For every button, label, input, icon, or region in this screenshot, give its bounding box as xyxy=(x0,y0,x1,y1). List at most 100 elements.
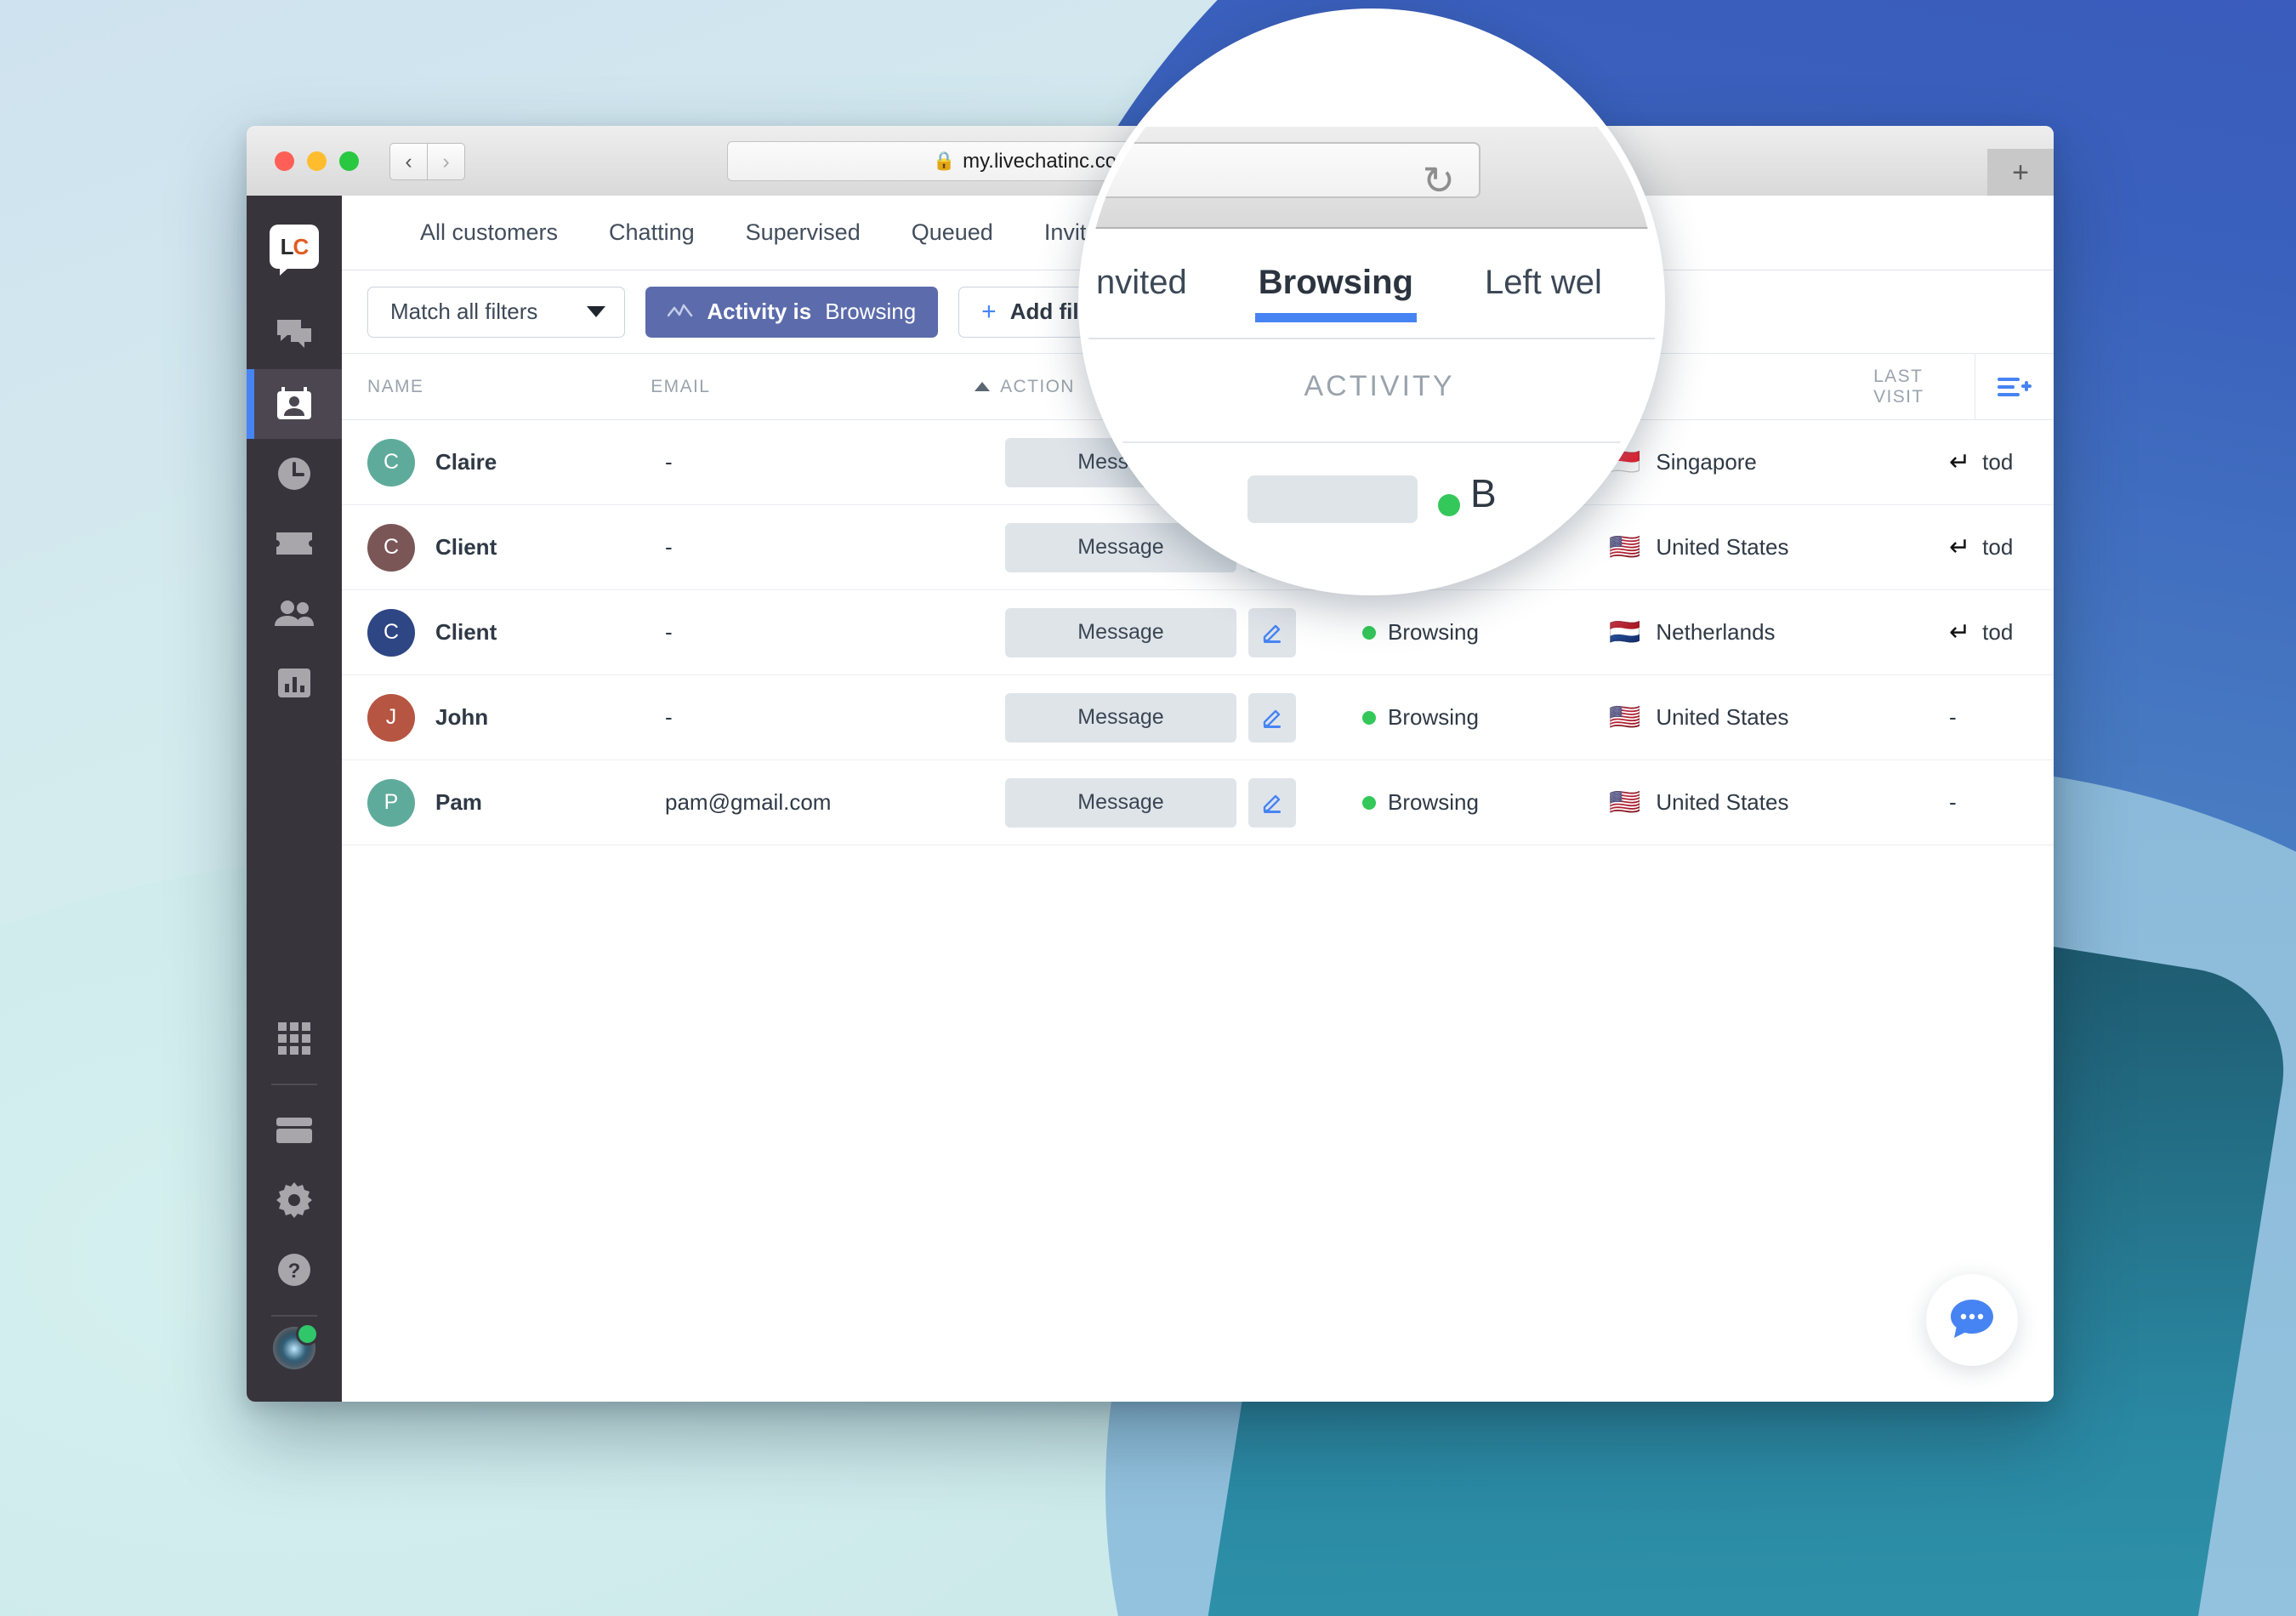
match-filters-dropdown[interactable]: Match all filters xyxy=(367,286,626,338)
tab-label: Chatting xyxy=(609,219,695,245)
tab-label: Left wel xyxy=(1484,263,1602,301)
cell-last-visit: ↵ tod xyxy=(1949,534,2054,560)
table-row[interactable]: J John - Message Browsing 🇺🇸 United Stat… xyxy=(342,675,2054,760)
svg-text:?: ? xyxy=(288,1260,301,1283)
sidebar-item-settings[interactable] xyxy=(247,1165,342,1235)
back-button[interactable]: ‹ xyxy=(389,143,428,180)
sidebar-item-reports[interactable] xyxy=(247,648,342,718)
forward-button[interactable]: › xyxy=(427,143,465,180)
status-dot xyxy=(1362,795,1376,810)
sidebar-divider-2 xyxy=(271,1315,317,1317)
column-header-last-visit[interactable]: LAST VISIT xyxy=(1873,367,1975,407)
activity-line-icon xyxy=(668,304,693,316)
cell-email: - xyxy=(665,534,673,560)
magnified-message-button[interactable] xyxy=(1247,475,1418,523)
reload-icon[interactable]: ↻ xyxy=(1422,157,1455,203)
gear-icon xyxy=(276,1182,312,1218)
message-button-label: Message xyxy=(1077,790,1164,814)
edit-button[interactable] xyxy=(1248,777,1296,828)
message-button-label: Message xyxy=(1077,705,1164,729)
cell-name: C Client xyxy=(342,523,665,572)
close-window-button[interactable] xyxy=(275,151,294,171)
cell-name: C Client xyxy=(342,608,665,657)
column-header-name[interactable]: NAME xyxy=(342,377,651,397)
avatar: C xyxy=(367,523,415,572)
magnified-tab-browsing[interactable]: Browsing xyxy=(1223,227,1449,338)
avatar-initial: P xyxy=(384,790,399,814)
magnifier-lens: m ↻ nvited Browsing Left wel ACTIVITY B xyxy=(1078,9,1665,595)
activity-filter-chip[interactable]: Activity is Browsing xyxy=(645,286,939,338)
plus-icon: + xyxy=(981,297,997,326)
customer-name: Pam xyxy=(435,789,482,815)
avatar-initial: C xyxy=(383,535,400,559)
message-button-label: Message xyxy=(1077,620,1164,644)
avatar: P xyxy=(367,778,415,827)
magnified-tab-invited[interactable]: nvited xyxy=(1086,227,1223,338)
sidebar-item-billing[interactable] xyxy=(247,1095,342,1165)
cell-action: Message xyxy=(1005,607,1362,657)
magnified-status-dot xyxy=(1438,494,1460,516)
edit-button[interactable] xyxy=(1248,692,1296,743)
message-button[interactable]: Message xyxy=(1005,607,1236,657)
activity-label: Browsing xyxy=(1388,789,1479,815)
customer-name: Client xyxy=(435,534,497,560)
cell-name: P Pam xyxy=(342,778,665,827)
sidebar-item-archives[interactable] xyxy=(247,439,342,509)
cell-email: - xyxy=(665,449,673,475)
message-button[interactable]: Message xyxy=(1005,777,1236,828)
team-icon xyxy=(275,600,314,626)
avatar[interactable] xyxy=(273,1323,319,1369)
pencil-icon xyxy=(1263,794,1281,813)
maximize-window-button[interactable] xyxy=(339,151,359,171)
avatar: C xyxy=(367,438,415,487)
cell-last-visit: ↵ tod xyxy=(1949,619,2054,646)
table-row[interactable]: C Client - Message xyxy=(342,590,2054,675)
magnified-address-bar[interactable]: m ↻ xyxy=(1086,142,1480,202)
cell-activity: Browsing xyxy=(1362,704,1609,731)
column-header-email[interactable]: EMAIL xyxy=(651,377,975,397)
last-visit-label: tod xyxy=(1982,449,2014,475)
customer-name: John xyxy=(435,704,489,730)
tab-chatting[interactable]: Chatting xyxy=(583,196,720,270)
tab-label: All customers xyxy=(420,219,559,245)
cell-email: pam@gmail.com xyxy=(665,789,832,815)
magnified-browser-chrome: m ↻ xyxy=(1086,127,1657,229)
grid-icon xyxy=(278,1022,310,1055)
minimize-window-button[interactable] xyxy=(307,151,327,171)
new-tab-button[interactable]: + xyxy=(1987,149,2054,196)
status-dot xyxy=(1362,710,1376,725)
avatar: C xyxy=(367,608,415,657)
last-visit-label: - xyxy=(1949,704,1957,730)
tab-queued[interactable]: Queued xyxy=(886,196,1019,270)
message-button[interactable]: Message xyxy=(1005,692,1236,743)
sidebar-item-tickets[interactable] xyxy=(247,509,342,578)
cell-country: 🇸🇬 Singapore xyxy=(1609,449,1949,475)
tab-supervised[interactable]: Supervised xyxy=(720,196,886,270)
sidebar-divider-1 xyxy=(271,1084,317,1085)
bar-chart-icon xyxy=(278,669,310,697)
chats-icon xyxy=(277,320,311,348)
tab-all-customers[interactable]: All customers xyxy=(395,196,583,270)
activity-label: Browsing xyxy=(1388,619,1479,645)
country-label: United States xyxy=(1656,704,1789,730)
sidebar-item-customers[interactable] xyxy=(247,369,342,439)
chevron-right-icon: › xyxy=(442,149,450,174)
table-row[interactable]: P Pam pam@gmail.com Message Browsing 🇺🇸 … xyxy=(342,760,2054,845)
sidebar-item-help[interactable]: ? xyxy=(247,1235,342,1305)
chat-widget-button[interactable] xyxy=(1926,1274,2018,1366)
cell-last-visit: ↵ tod xyxy=(1949,449,2054,475)
cell-email: - xyxy=(665,704,673,730)
add-column-icon xyxy=(1997,377,2032,396)
status-dot xyxy=(1362,625,1376,640)
edit-button[interactable] xyxy=(1248,607,1296,657)
country-flag-icon: 🇳🇱 xyxy=(1609,617,1641,646)
magnified-tab-left-website[interactable]: Left wel xyxy=(1449,227,1638,338)
cell-country: 🇺🇸 United States xyxy=(1609,789,1949,816)
sidebar-item-chats[interactable] xyxy=(247,299,342,369)
add-column-button[interactable] xyxy=(1974,353,2054,420)
sidebar-item-apps[interactable] xyxy=(247,1004,342,1073)
livechat-logo[interactable]: LC xyxy=(270,225,319,276)
cell-country: 🇳🇱 Netherlands xyxy=(1609,619,1949,646)
sidebar-item-team[interactable] xyxy=(247,578,342,648)
cell-country: 🇺🇸 United States xyxy=(1609,704,1949,731)
